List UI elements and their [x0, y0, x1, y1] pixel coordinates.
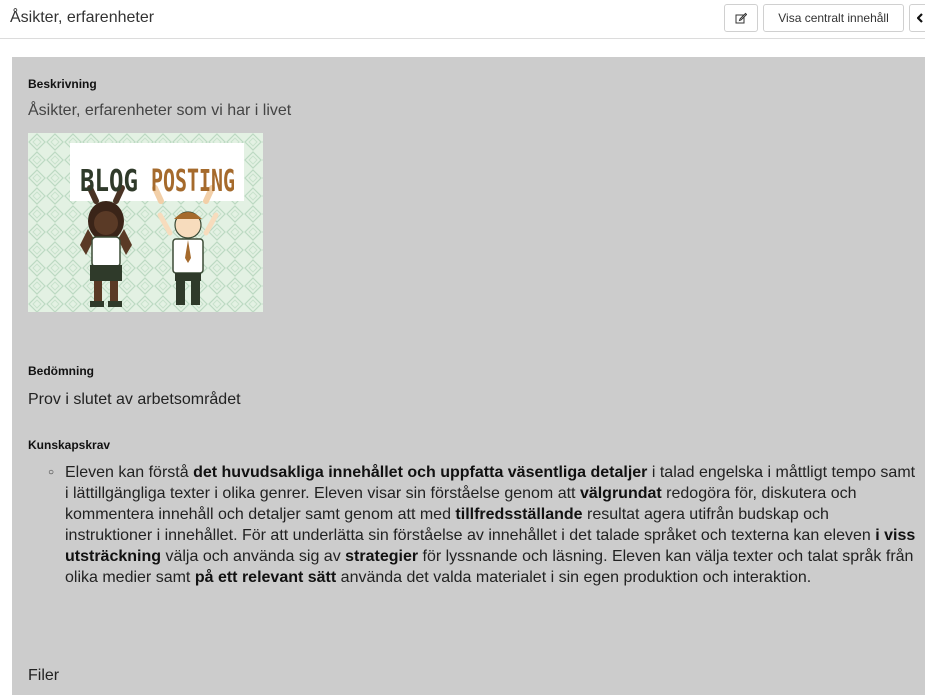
content-panel: Beskrivning Åsikter, erfarenheter som vi…	[12, 57, 925, 695]
list-item: ○ Eleven kan förstå det huvudsakliga inne…	[48, 464, 916, 586]
files-label: Filer	[28, 667, 60, 684]
blog-word: BLOG	[80, 164, 138, 199]
posting-word: POSTING	[151, 164, 235, 199]
edit-icon	[735, 12, 747, 24]
requirements-list: ○ Eleven kan förstå det huvudsakliga inne…	[28, 462, 918, 588]
assessment-label: Bedömning	[28, 364, 94, 378]
requirements-label: Kunskapskrav	[28, 438, 111, 452]
blog-posting-image: BLOG POSTING	[28, 133, 263, 312]
back-button[interactable]	[909, 4, 925, 32]
show-central-content-button[interactable]: Visa centralt innehåll	[763, 4, 904, 32]
chevron-left-icon	[917, 13, 923, 23]
description-text: Åsikter, erfarenheter som vi har i livet	[28, 102, 292, 119]
description-label: Beskrivning	[28, 77, 97, 91]
assessment-text: Prov i slutet av arbetsområdet	[28, 391, 241, 408]
header-bar: Åsikter, erfarenheter Visa centralt inne…	[0, 0, 925, 39]
page-title: Åsikter, erfarenheter	[10, 9, 155, 26]
edit-button[interactable]	[724, 4, 758, 32]
bullet-icon: ○	[48, 467, 55, 478]
